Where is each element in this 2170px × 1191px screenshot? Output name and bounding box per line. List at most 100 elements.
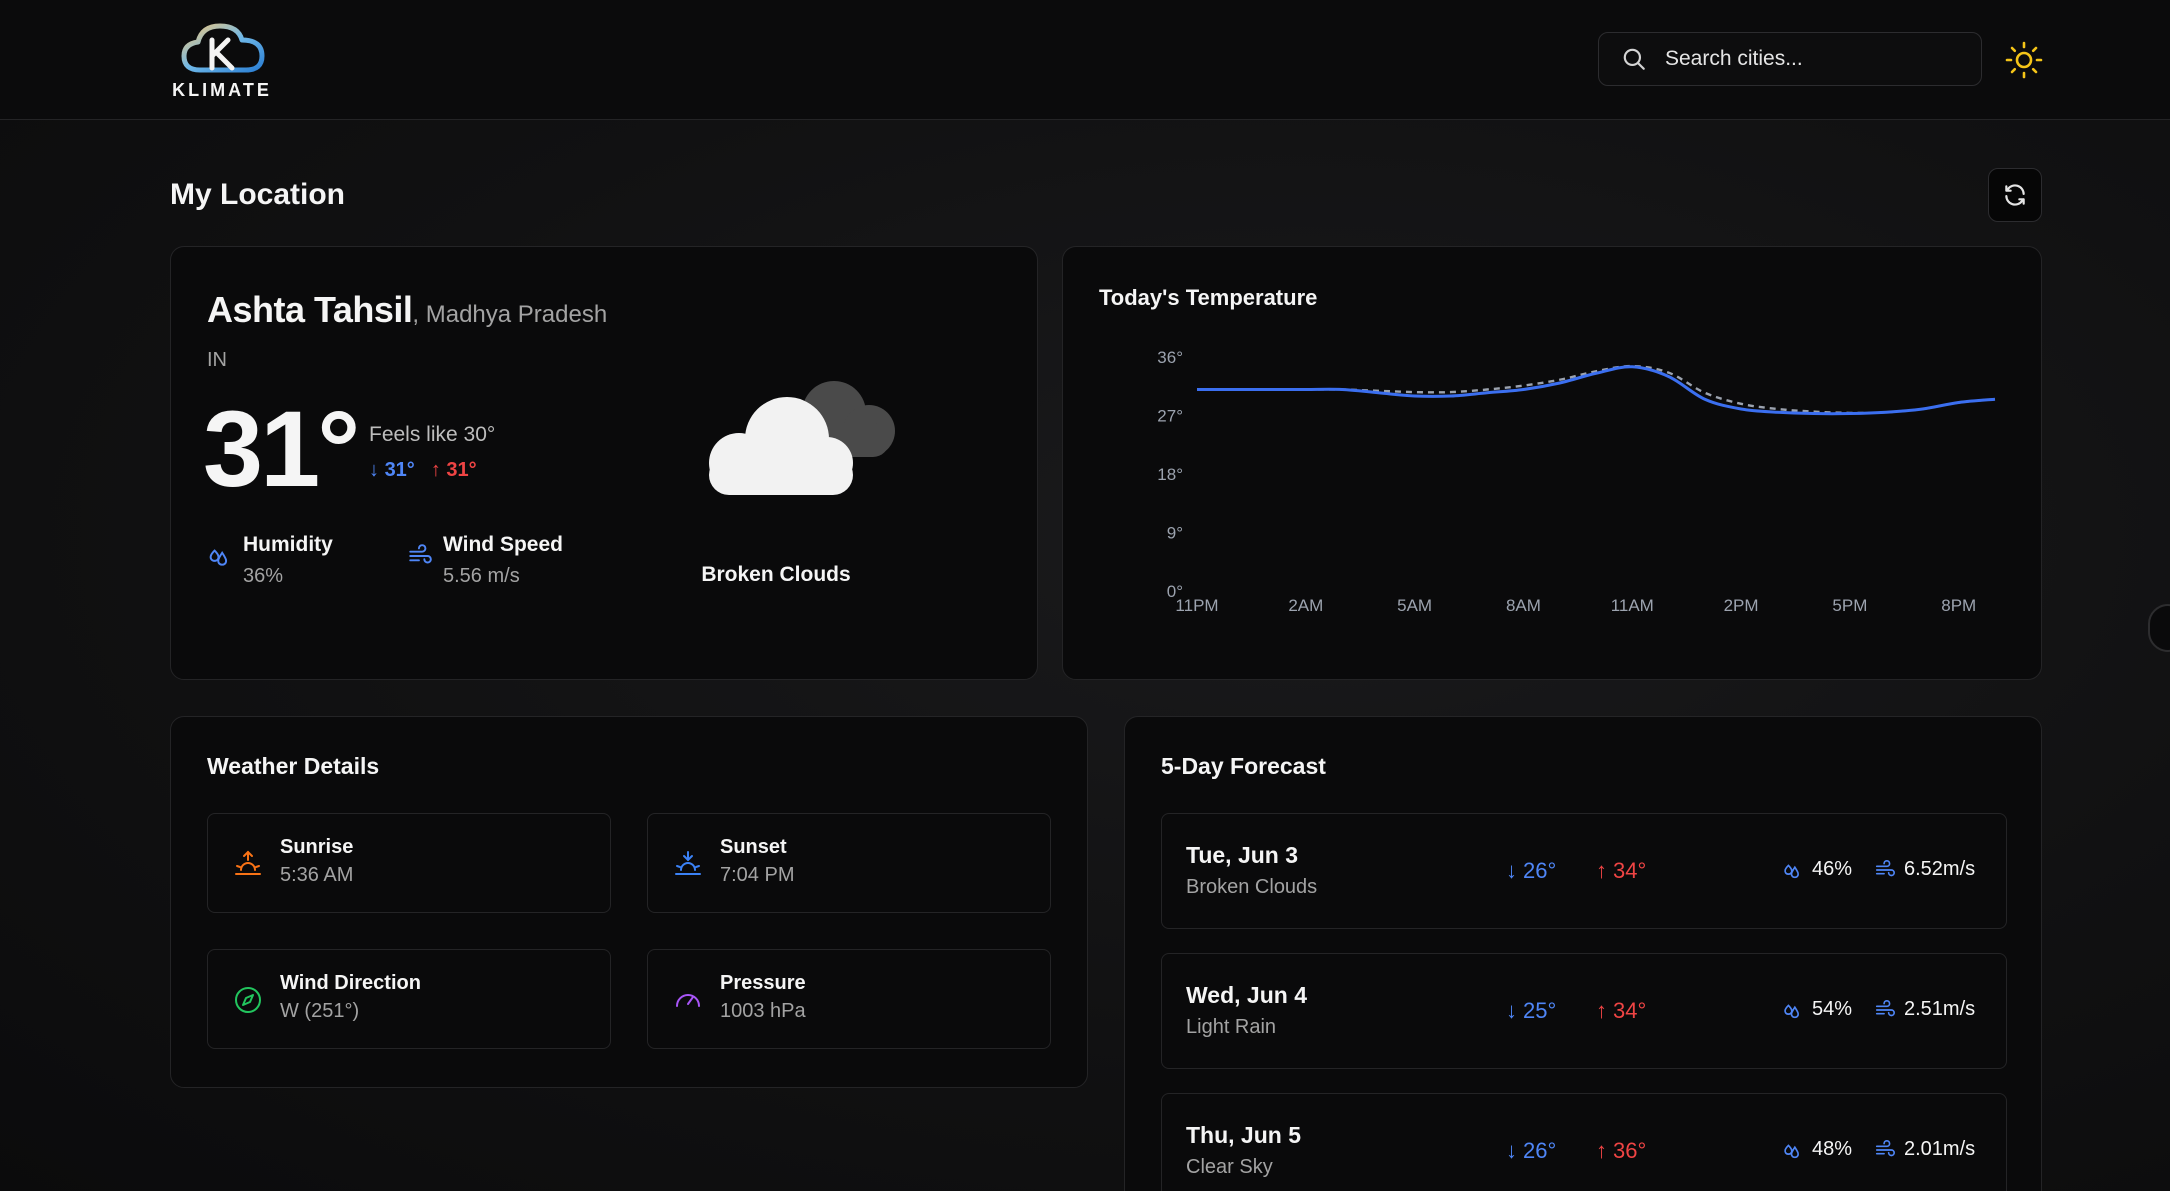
arrow-down-icon: ↓	[1506, 1138, 1517, 1163]
feels-like: Feels like 30°	[369, 423, 496, 446]
y-tick-label: 27°	[1157, 407, 1183, 426]
condition-label: Broken Clouds	[701, 563, 851, 586]
wind-icon	[1875, 1139, 1895, 1156]
search-icon	[1623, 48, 1645, 70]
max-temp: ↑ 31°	[430, 459, 477, 481]
series-line-solid	[1197, 365, 1996, 416]
sunrise-label: Sunrise	[280, 836, 354, 858]
wind-direction-tile: Wind Direction W (251°)	[207, 949, 611, 1049]
forecast-card: 5-Day Forecast Tue, Jun 3 Broken Clouds …	[1124, 716, 2042, 1191]
forecast-max: ↑ 34°	[1596, 998, 1647, 1023]
forecast-wind: 6.52m/s	[1874, 858, 1975, 881]
forecast-date: Tue, Jun 3	[1186, 842, 1299, 868]
top-header: KLIMATE	[0, 0, 2170, 120]
sunrise-value: 5:36 AM	[280, 864, 354, 886]
broken-clouds-icon	[709, 381, 895, 495]
details-title: Weather Details	[207, 753, 380, 779]
min-max-temps: ↓ 31° ↑ 31°	[369, 459, 477, 482]
sunset-label: Sunset	[720, 836, 787, 858]
min-temp: ↓ 31°	[369, 459, 415, 481]
forecast-min: ↓ 26°	[1506, 858, 1557, 883]
forecast-row: Thu, Jun 5 Clear Sky ↓ 26° ↑ 36° 48% 2.01m…	[1161, 1093, 2007, 1191]
arrow-up-icon: ↑	[430, 459, 447, 481]
search-input[interactable]	[1665, 47, 1965, 71]
wind-icon	[1875, 859, 1895, 876]
arrow-down-icon: ↓	[1506, 998, 1517, 1023]
temperature-chart-card: Today's Temperature 0° 9° 18° 27° 36° 11PM 2AM…	[1062, 246, 2042, 680]
y-tick-label: 36°	[1157, 348, 1183, 367]
arrow-up-icon: ↑	[1596, 858, 1607, 883]
forecast-max: ↑ 36°	[1596, 1138, 1647, 1163]
x-tick-label: 8PM	[1941, 596, 1976, 615]
droplets-icon	[1784, 863, 1799, 878]
humidity-label: Humidity	[243, 533, 333, 556]
location-heading: Ashta Tahsil, Madhya Pradesh	[207, 289, 607, 331]
wind-direction-label: Wind Direction	[280, 972, 421, 994]
gauge-icon	[676, 994, 700, 1007]
current-temperature: 31°	[203, 388, 360, 509]
forecast-condition: Broken Clouds	[1186, 876, 1318, 898]
forecast-condition: Light Rain	[1186, 1016, 1277, 1038]
x-tick-label: 2AM	[1288, 596, 1323, 615]
arrow-down-icon: ↓	[369, 459, 385, 481]
wind-direction-value: W (251°)	[280, 1000, 360, 1022]
forecast-wind: 2.51m/s	[1874, 998, 1975, 1021]
cloud-logo-icon	[181, 23, 265, 73]
forecast-humidity: 46%	[1782, 858, 1852, 881]
arrow-down-icon: ↓	[1506, 858, 1517, 883]
wind-label: Wind Speed	[443, 533, 563, 556]
weather-details-card: Weather Details Sunrise 5:36 AM Sunset 7…	[170, 716, 1088, 1088]
forecast-row: Wed, Jun 4 Light Rain ↓ 25° ↑ 34° 54% 2.51…	[1161, 953, 2007, 1069]
wind-value: 5.56 m/s	[443, 565, 520, 587]
x-tick-label: 11PM	[1175, 596, 1218, 615]
sunset-value: 7:04 PM	[720, 864, 795, 886]
forecast-title: 5-Day Forecast	[1161, 753, 1326, 779]
droplets-icon	[209, 549, 228, 566]
pressure-label: Pressure	[720, 972, 806, 994]
wind-icon	[409, 544, 432, 564]
forecast-humidity: 54%	[1782, 998, 1852, 1021]
logo-text: KLIMATE	[172, 80, 272, 100]
refresh-icon	[2005, 184, 2025, 206]
x-tick-label: 5PM	[1832, 596, 1867, 615]
temperature-chart: 0°9°18°27°36°11PM 2AM 5AM 8AM 11AM 2PM 5PM 8PM	[1157, 348, 1996, 615]
droplets-icon	[1784, 1003, 1799, 1018]
forecast-humidity: 48%	[1782, 1138, 1852, 1161]
forecast-min: ↓ 25°	[1506, 998, 1557, 1023]
arrow-up-icon: ↑	[1596, 998, 1607, 1023]
compass-icon	[235, 987, 261, 1013]
arrow-up-icon: ↑	[1596, 1138, 1607, 1163]
forecast-condition: Clear Sky	[1186, 1156, 1273, 1178]
x-tick-label: 5AM	[1397, 596, 1432, 615]
sunset-icon	[675, 851, 701, 875]
wind-icon	[1875, 999, 1895, 1016]
klimate-logo[interactable]: KLIMATE	[172, 18, 272, 102]
pressure-tile: Pressure 1003 hPa	[647, 949, 1051, 1049]
forecast-min: ↓ 26°	[1506, 1138, 1557, 1163]
forecast-date: Wed, Jun 4	[1186, 982, 1307, 1008]
sunrise-icon	[235, 850, 261, 875]
forecast-wind: 2.01m/s	[1874, 1138, 1975, 1161]
refresh-button[interactable]	[1988, 168, 2042, 222]
region-name: , Madhya Pradesh	[412, 301, 608, 328]
city-name: Ashta Tahsil	[207, 289, 413, 330]
app-root: KLIMATE My Location	[0, 0, 2170, 1191]
pressure-value: 1003 hPa	[720, 1000, 806, 1022]
search-box[interactable]	[1598, 32, 1982, 86]
sun-icon[interactable]	[2004, 40, 2044, 80]
forecast-row: Tue, Jun 3 Broken Clouds ↓ 26° ↑ 34° 46% 6…	[1161, 813, 2007, 929]
page-title: My Location	[170, 178, 346, 211]
sunrise-tile: Sunrise 5:36 AM	[207, 813, 611, 913]
y-tick-label: 18°	[1157, 465, 1183, 484]
x-tick-label: 2PM	[1724, 596, 1759, 615]
forecast-date: Thu, Jun 5	[1186, 1122, 1301, 1148]
sunset-tile: Sunset 7:04 PM	[647, 813, 1051, 913]
y-tick-label: 9°	[1167, 524, 1183, 543]
droplets-icon	[1784, 1143, 1799, 1158]
side-widget-button[interactable]	[2148, 604, 2170, 652]
forecast-max: ↑ 34°	[1596, 858, 1647, 883]
country-code: IN	[207, 349, 227, 371]
x-tick-label: 11AM	[1611, 596, 1654, 615]
humidity-value: 36%	[243, 565, 284, 587]
x-tick-label: 8AM	[1506, 596, 1541, 615]
